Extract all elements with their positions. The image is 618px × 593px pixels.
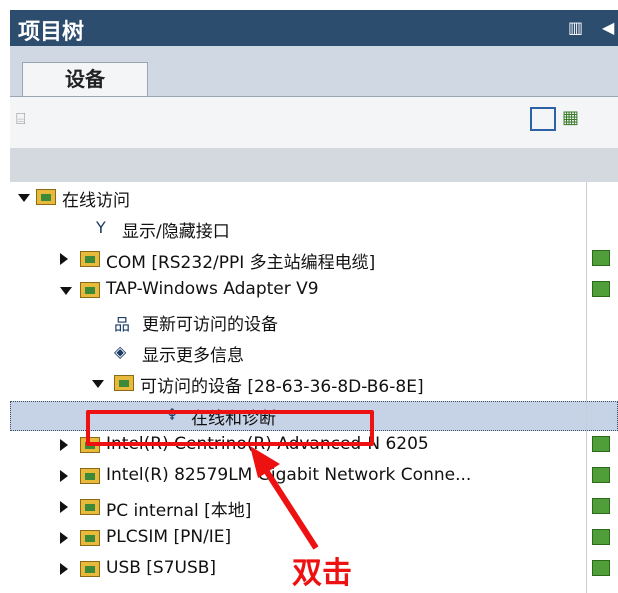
tab-devices[interactable]: 设备 (22, 62, 148, 96)
tree-item-tap-adapter[interactable]: TAP-Windows Adapter V9 (10, 277, 618, 307)
wrench-icon: Y (96, 218, 106, 237)
panel-title: 项目树 (18, 20, 85, 45)
tree-item-com[interactable]: COM [RS232/PPI 多主站编程电缆] (10, 246, 618, 276)
tree-header-strip (10, 148, 618, 182)
search-network-icon: ◈ (114, 342, 127, 361)
add-device-icon[interactable]: ▦ (562, 107, 579, 128)
expand-arrow-icon[interactable] (60, 470, 68, 482)
tree-item-online-access[interactable]: 在线访问 (10, 184, 618, 214)
folder-icon (80, 468, 100, 484)
collapse-arrow-icon[interactable] (18, 194, 30, 202)
folder-icon (80, 282, 100, 298)
tab-bar: 设备 (10, 46, 618, 97)
network-question-icon: 品 (114, 315, 131, 334)
status-icon (592, 436, 610, 452)
tree-column-separator (586, 182, 587, 593)
tree-item-show-hide-interfaces[interactable]: Y 显示/隐藏接口 (10, 215, 618, 245)
folder-icon (80, 251, 100, 267)
status-icon (592, 498, 610, 514)
expand-arrow-icon[interactable] (60, 501, 68, 513)
folder-icon (114, 375, 134, 391)
status-icon (592, 250, 610, 266)
tree-item-show-more-info[interactable]: ◈ 显示更多信息 (10, 339, 618, 369)
folder-icon (80, 530, 100, 546)
status-icon (592, 529, 610, 545)
expand-arrow-icon[interactable] (60, 439, 68, 451)
layout-toggle-icon[interactable]: ▥ (568, 18, 583, 37)
status-icon (592, 467, 610, 483)
tree-item-update-devices[interactable]: 品 更新可访问的设备 (10, 308, 618, 338)
project-tree-header: 项目树 ▥ ◀ (10, 10, 618, 46)
detail-view-icon[interactable] (530, 107, 556, 131)
collapse-arrow-icon[interactable] (60, 287, 72, 295)
collapse-left-icon[interactable]: ◀ (602, 18, 614, 37)
collapse-arrow-icon[interactable] (92, 380, 104, 388)
online-access-folder-icon (36, 189, 56, 205)
expand-arrow-icon[interactable] (60, 532, 68, 544)
status-icon (592, 560, 610, 576)
folder-icon (80, 499, 100, 515)
tree-item-accessible-devices[interactable]: 可访问的设备 [28-63-36-8D-B6-8E] (10, 370, 618, 400)
annotation-arrow-icon (250, 446, 319, 550)
expand-arrow-icon[interactable] (60, 253, 68, 265)
tree-toolbar: ⌸ ▦ (10, 96, 618, 148)
status-icon (592, 281, 610, 297)
device-overview-icon[interactable]: ⌸ (16, 109, 26, 129)
expand-arrow-icon[interactable] (60, 563, 68, 575)
folder-icon (80, 561, 100, 577)
annotation-text: 双击 (292, 556, 352, 591)
